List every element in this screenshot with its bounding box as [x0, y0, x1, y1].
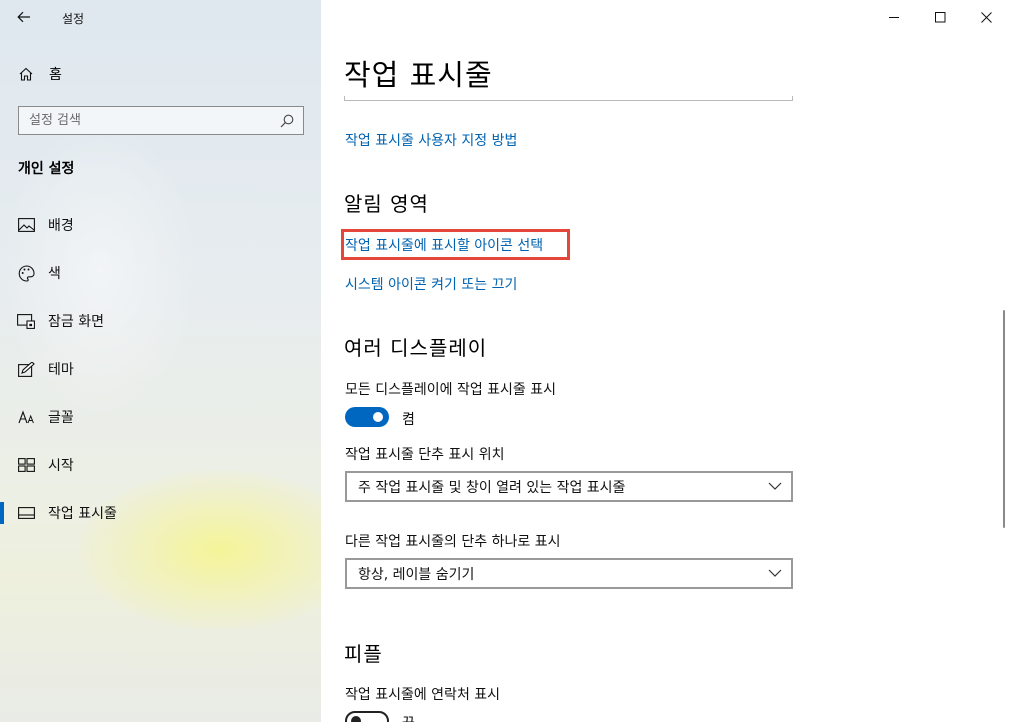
show-on-all-displays-toggle[interactable] [345, 407, 389, 427]
sidebar-item-theme[interactable]: 테마 [0, 349, 321, 389]
palette-icon [17, 264, 35, 282]
sidebar-item-fonts[interactable]: 글꼴 [0, 397, 321, 437]
sidebar-item-label: 작업 표시줄 [48, 506, 117, 522]
sidebar-item-label: 색 [48, 266, 61, 282]
people-heading: 피플 [344, 642, 383, 666]
notification-area-heading: 알림 영역 [344, 192, 429, 216]
section-heading: 개인 설정 [18, 161, 75, 177]
sidebar-item-label: 글꼴 [48, 410, 74, 426]
combine-buttons-label: 다른 작업 표시줄의 단추 하나로 표시 [345, 534, 561, 550]
buttons-position-dropdown[interactable]: 주 작업 표시줄 및 창이 열려 있는 작업 표시줄 [345, 471, 793, 502]
lock-screen-icon [17, 313, 35, 329]
theme-icon [17, 361, 35, 377]
search-icon[interactable] [279, 113, 295, 129]
picture-icon [17, 217, 35, 233]
sidebar-item-start[interactable]: 시작 [0, 445, 321, 485]
dropdown-value: 주 작업 표시줄 및 창이 열려 있는 작업 표시줄 [358, 479, 626, 496]
start-icon [17, 457, 35, 473]
customize-taskbar-link[interactable]: 작업 표시줄 사용자 지정 방법 [345, 130, 517, 150]
back-arrow-icon [17, 11, 30, 23]
system-icons-link[interactable]: 시스템 아이콘 켜기 또는 끄기 [345, 274, 517, 294]
taskbar-icon [17, 505, 35, 521]
app-title: 설정 [62, 12, 85, 26]
maximize-button[interactable] [917, 0, 963, 34]
toggle-knob [373, 412, 383, 422]
toggle-knob [351, 716, 361, 722]
show-contacts-label: 작업 표시줄에 연락처 표시 [345, 687, 501, 703]
sidebar: 설정 홈 개인 설정 배경 색 잠금 화면 [0, 0, 321, 722]
combine-buttons-dropdown[interactable]: 항상, 레이블 숨기기 [345, 558, 793, 589]
font-icon [17, 409, 35, 425]
sidebar-item-label: 테마 [48, 362, 74, 378]
sidebar-item-lock-screen[interactable]: 잠금 화면 [0, 301, 321, 341]
sidebar-item-label: 배경 [48, 218, 74, 234]
buttons-position-label: 작업 표시줄 단추 표시 위치 [345, 447, 505, 463]
close-button[interactable] [963, 0, 1009, 34]
multiple-displays-heading: 여러 디스플레이 [344, 336, 488, 360]
search-input[interactable] [29, 113, 269, 128]
chevron-down-icon [768, 569, 782, 577]
home-label: 홈 [49, 67, 62, 83]
show-on-all-displays-label: 모든 디스플레이에 작업 표시줄 표시 [345, 382, 556, 398]
sidebar-item-taskbar[interactable]: 작업 표시줄 [0, 493, 321, 533]
sidebar-item-color[interactable]: 색 [0, 253, 321, 293]
search-box[interactable] [18, 106, 304, 135]
minimize-button[interactable] [871, 0, 917, 34]
maximize-icon [934, 11, 945, 22]
vertical-scrollbar[interactable] [1003, 310, 1005, 528]
title-bar-left: 설정 [0, 0, 321, 34]
back-button[interactable] [12, 5, 36, 29]
show-on-all-displays-state: 켬 [402, 412, 415, 428]
select-taskbar-icons-link[interactable]: 작업 표시줄에 표시할 아이콘 선택 [345, 235, 543, 255]
close-icon [980, 11, 992, 23]
home-nav-item[interactable]: 홈 [18, 64, 62, 84]
chevron-down-icon [768, 482, 782, 490]
sidebar-item-background[interactable]: 배경 [0, 205, 321, 245]
page-title-divider [344, 96, 793, 101]
page-title: 작업 표시줄 [344, 58, 493, 92]
show-contacts-state: 끔 [402, 713, 415, 722]
sidebar-item-label: 시작 [48, 458, 74, 474]
home-icon [19, 67, 33, 81]
minimize-icon [888, 16, 899, 18]
window-controls [871, 0, 1009, 34]
dropdown-value: 항상, 레이블 숨기기 [358, 566, 475, 583]
sidebar-item-label: 잠금 화면 [48, 314, 104, 330]
show-contacts-toggle[interactable] [345, 711, 389, 722]
